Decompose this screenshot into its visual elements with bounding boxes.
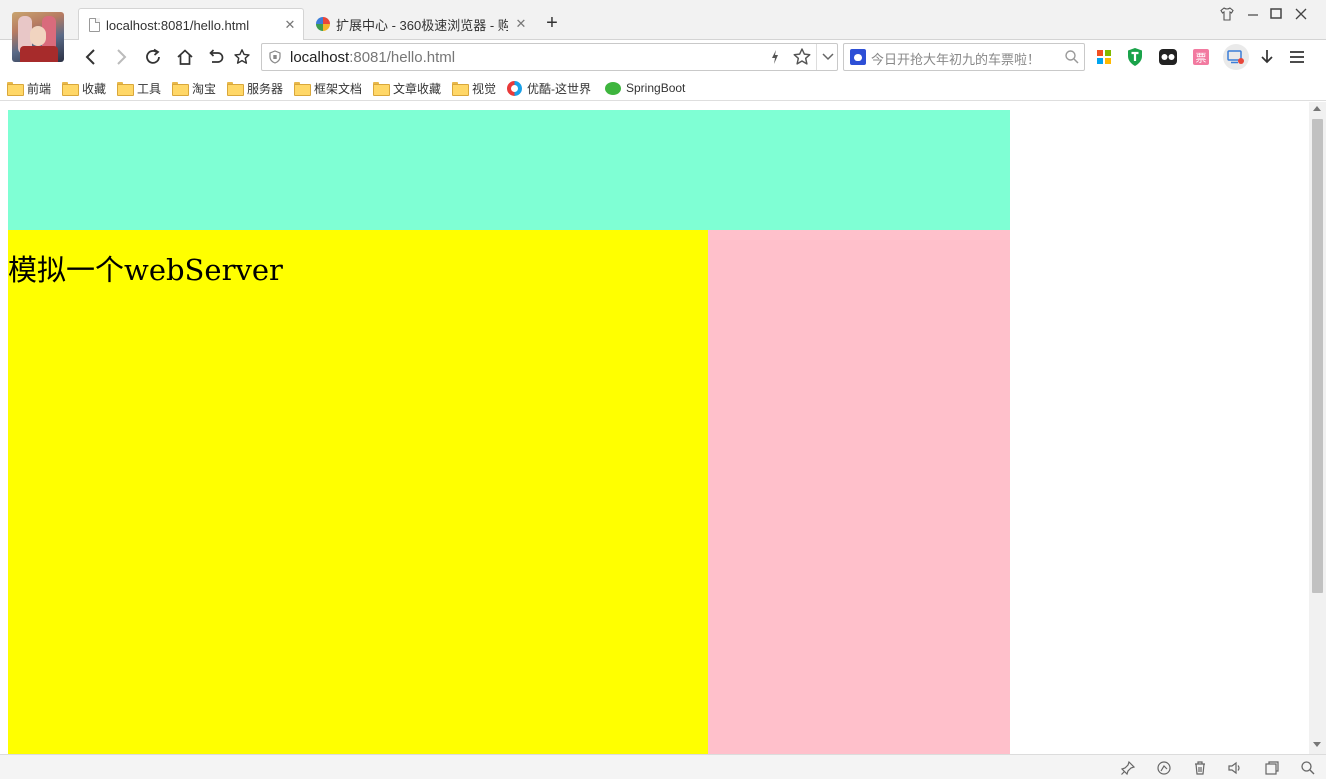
document-icon: [89, 18, 100, 32]
trash-icon[interactable]: [1191, 759, 1209, 777]
folder-icon: [227, 82, 244, 96]
bookmark-folder-frontend[interactable]: 前端: [7, 79, 51, 97]
folder-icon: [7, 82, 24, 96]
speedup-icon[interactable]: [1155, 759, 1173, 777]
download-icon[interactable]: [1256, 46, 1278, 68]
page-main-block: 模拟一个webServer: [8, 230, 708, 754]
main-menu-icon[interactable]: [1286, 46, 1308, 68]
bookmark-youku[interactable]: 优酷-这世界: [507, 79, 591, 97]
pin-icon[interactable]: [1119, 759, 1137, 777]
page-header-block: [8, 110, 1010, 230]
tab-hello-html[interactable]: localhost:8081/hello.html ✕: [78, 8, 304, 41]
close-window-button[interactable]: [1294, 6, 1316, 26]
browser-window: localhost:8081/hello.html ✕ 扩展中心 - 360极速…: [0, 0, 1326, 779]
folder-icon: [62, 82, 79, 96]
bookmark-label: 淘宝: [192, 81, 217, 96]
url-text[interactable]: localhost:8081/hello.html: [290, 49, 455, 66]
bookmark-folder-taobao[interactable]: 淘宝: [172, 79, 216, 97]
favorites-star-icon[interactable]: [229, 44, 255, 70]
scrollbar-thumb[interactable]: [1312, 119, 1323, 593]
bookmark-label: 工具: [137, 81, 162, 96]
page-heading: 模拟一个webServer: [8, 253, 283, 287]
zoom-icon[interactable]: [1299, 759, 1317, 777]
bookmark-label: 视觉: [472, 81, 497, 96]
ticket-extension-icon[interactable]: 票: [1190, 46, 1212, 68]
skin-shirt-icon[interactable]: [1219, 6, 1241, 26]
forward-button[interactable]: [108, 44, 134, 70]
folder-icon: [294, 82, 311, 96]
sound-icon[interactable]: [1226, 759, 1244, 777]
status-bar: [0, 754, 1326, 779]
reload-button[interactable]: [140, 44, 166, 70]
apps-grid-icon[interactable]: [1093, 46, 1115, 68]
bookmarks-bar: 前端 收藏 工具 淘宝 服务器 框架文档 文章收藏 视觉 优酷-这世界 Spri…: [0, 74, 1326, 101]
folder-icon: [172, 82, 189, 96]
maximize-button[interactable]: [1269, 6, 1291, 26]
bookmark-folder-servers[interactable]: 服务器: [227, 79, 283, 97]
vertical-scrollbar[interactable]: [1309, 102, 1326, 754]
bookmark-folder-articles[interactable]: 文章收藏: [373, 79, 441, 97]
tampermonkey-shield-icon[interactable]: [1124, 46, 1146, 68]
page-viewport: 模拟一个webServer: [0, 102, 1309, 754]
user-avatar[interactable]: [12, 12, 64, 62]
home-button[interactable]: [172, 44, 198, 70]
search-bar[interactable]: 今日开抢大年初九的车票啦！: [843, 43, 1085, 71]
back-button[interactable]: [78, 44, 104, 70]
scroll-down-arrow-icon[interactable]: [1313, 742, 1321, 747]
scroll-up-arrow-icon[interactable]: [1313, 106, 1321, 111]
bookmark-springboot[interactable]: SpringBoot: [605, 79, 685, 97]
bookmark-star-icon[interactable]: [792, 47, 812, 67]
bookmark-label: 优酷-这世界: [527, 81, 591, 96]
new-tab-button[interactable]: +: [540, 12, 564, 36]
tab-strip: localhost:8081/hello.html ✕ 扩展中心 - 360极速…: [0, 0, 1326, 62]
undo-close-tab-button[interactable]: [202, 44, 228, 70]
baidu-paw-icon[interactable]: [850, 49, 866, 65]
lightning-mode-icon[interactable]: [770, 49, 780, 65]
security-shield-icon[interactable]: [268, 50, 282, 64]
bookmark-folder-framework-docs[interactable]: 框架文档: [294, 79, 362, 97]
navigation-toolbar: localhost:8081/hello.html 今日开抢大年初九的车票啦！: [0, 40, 1326, 74]
tab-title: localhost:8081/hello.html: [106, 17, 250, 33]
minimize-button[interactable]: [1246, 6, 1268, 26]
bookmark-label: 前端: [27, 81, 52, 96]
mask-extension-icon[interactable]: [1157, 46, 1179, 68]
search-icon[interactable]: [1064, 49, 1080, 65]
svg-text:票: 票: [1196, 52, 1207, 65]
360-pinwheel-icon: [316, 17, 330, 31]
tab-title: 扩展中心 - 360极速浏览器 - 购: [336, 17, 508, 33]
bookmark-label: 文章收藏: [393, 81, 442, 96]
tab-close-icon[interactable]: ✕: [508, 16, 534, 32]
folder-icon: [452, 82, 469, 96]
bookmark-label: SpringBoot: [626, 81, 686, 95]
url-host: localhost: [290, 49, 350, 66]
folder-icon: [373, 82, 390, 96]
address-bar[interactable]: localhost:8081/hello.html: [261, 43, 838, 71]
folder-icon: [117, 82, 134, 96]
window-icon[interactable]: [1263, 759, 1281, 777]
bookmark-folder-tools[interactable]: 工具: [117, 79, 161, 97]
wechat-icon: [605, 81, 621, 95]
bookmark-folder-visual[interactable]: 视觉: [452, 79, 496, 97]
youku-icon: [507, 80, 522, 96]
bookmark-label: 服务器: [247, 81, 284, 96]
chevron-down-icon[interactable]: [816, 44, 838, 70]
bookmark-label: 收藏: [82, 81, 107, 96]
url-rest: :8081/hello.html: [349, 49, 456, 66]
search-placeholder: 今日开抢大年初九的车票啦！: [871, 52, 1041, 67]
bookmark-label: 框架文档: [314, 81, 363, 96]
tab-close-icon[interactable]: ✕: [277, 17, 303, 33]
tab-extension-center[interactable]: 扩展中心 - 360极速浏览器 - 购 ✕: [306, 8, 534, 40]
screenshot-extension-icon[interactable]: [1223, 44, 1249, 70]
bookmark-folder-favorites[interactable]: 收藏: [62, 79, 106, 97]
page-aside-block: [708, 230, 1010, 754]
